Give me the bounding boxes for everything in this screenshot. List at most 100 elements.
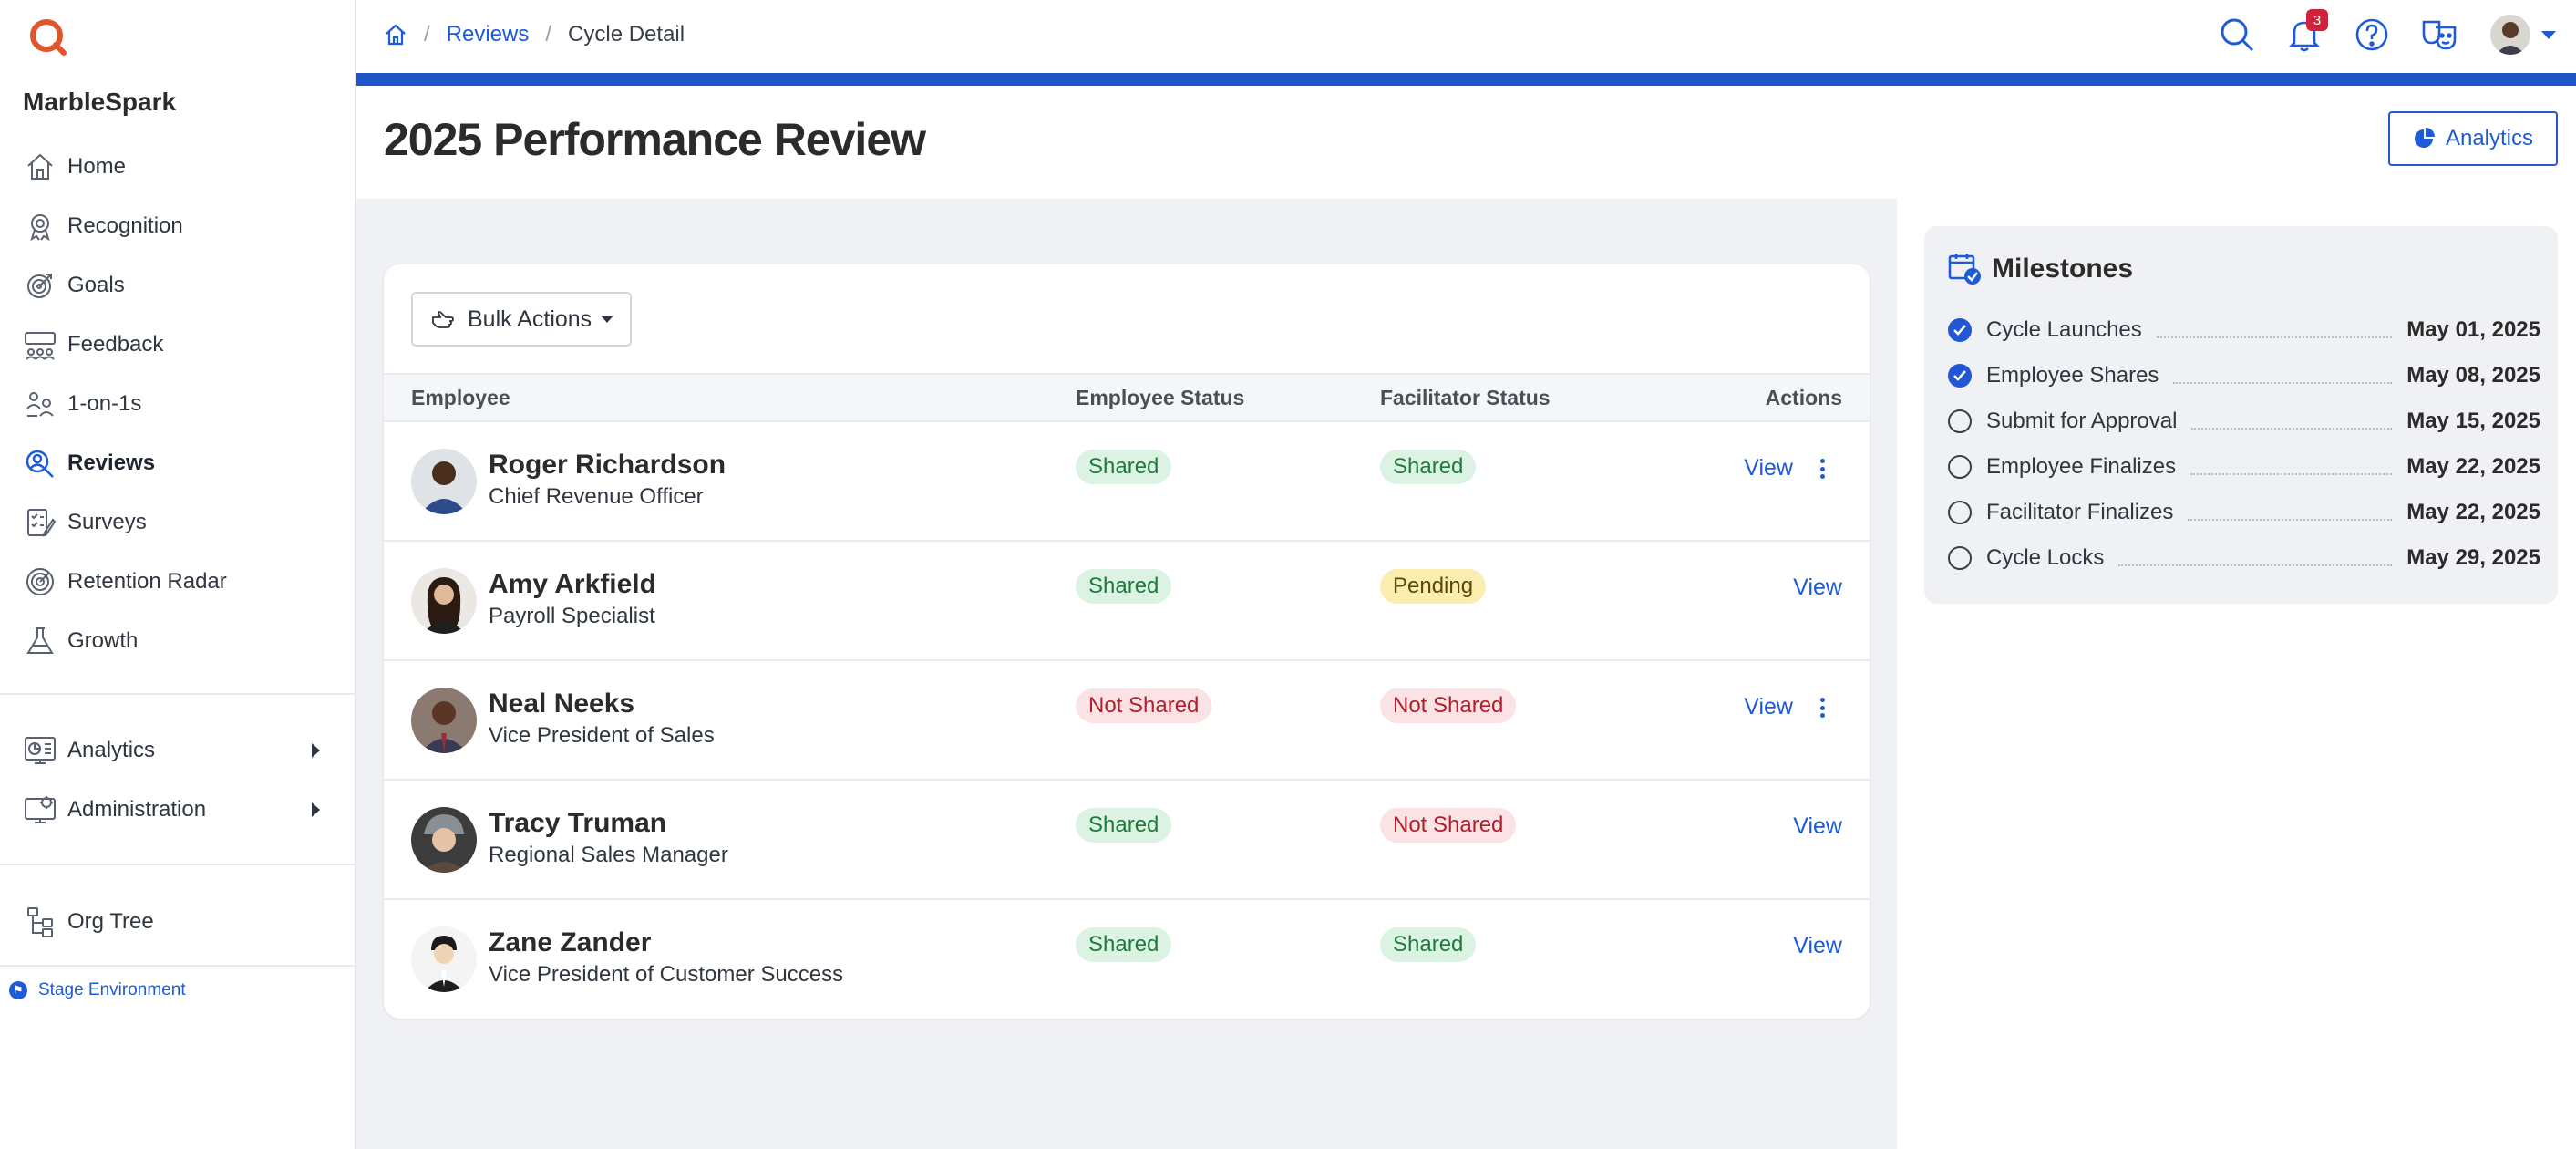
facilitator-status-badge: Not Shared: [1380, 808, 1517, 843]
admin-icon: [22, 792, 58, 828]
avatar: [411, 807, 477, 873]
more-options-icon[interactable]: [1813, 694, 1831, 721]
sidebar-item-1-on-1s[interactable]: 1-on-1s: [0, 374, 355, 433]
column-header-employee[interactable]: Employee: [411, 386, 510, 410]
employee-name[interactable]: Tracy Truman: [489, 808, 666, 839]
column-header-facilitator-status[interactable]: Facilitator Status: [1380, 386, 1551, 410]
breadcrumb-reviews-link[interactable]: Reviews: [447, 22, 530, 47]
milestone-label: Employee Finalizes: [1986, 454, 2177, 479]
view-link[interactable]: View: [1793, 574, 1842, 601]
hand-pointer-icon: [432, 311, 454, 328]
employee-title: Vice President of Customer Success: [489, 962, 844, 987]
sidebar-bottom-nav: Org Tree: [0, 892, 355, 951]
table-row: Tracy Truman Regional Sales Manager Shar…: [384, 779, 1870, 898]
avatar: [2490, 15, 2530, 55]
sidebar-item-label: Feedback: [67, 331, 164, 357]
bulk-actions-button[interactable]: Bulk Actions: [411, 292, 632, 347]
dotted-leader: [2190, 473, 2393, 475]
employee-status-badge: Shared: [1076, 450, 1172, 484]
sidebar-item-analytics[interactable]: Analytics: [0, 720, 355, 780]
sidebar-item-reviews[interactable]: Reviews: [0, 433, 355, 492]
user-avatar-button[interactable]: [2490, 15, 2530, 55]
column-header-employee-status[interactable]: Employee Status: [1076, 386, 1244, 410]
sidebar-item-label: Reviews: [67, 450, 156, 475]
main-content: Bulk Actions Employee Employee Status Fa…: [356, 199, 1897, 1149]
stage-environment-indicator[interactable]: ⚑ Stage Environment: [9, 980, 186, 1000]
employee-name[interactable]: Neal Neeks: [489, 688, 634, 719]
empty-circle-icon: [1948, 546, 1972, 570]
reviews-table-card: Bulk Actions Employee Employee Status Fa…: [384, 264, 1870, 1019]
user-menu-chevron-down-icon[interactable]: [2541, 30, 2556, 39]
table-row: Amy Arkfield Payroll Specialist Shared P…: [384, 540, 1870, 659]
award-icon: [22, 208, 58, 244]
check-circle-icon: [1948, 364, 1972, 388]
breadcrumb-home-icon[interactable]: [384, 23, 407, 47]
search-button[interactable]: [2217, 15, 2257, 55]
facilitator-status-badge: Pending: [1380, 569, 1487, 604]
pie-chart-icon: [2414, 128, 2435, 148]
avatar: [411, 568, 477, 634]
view-link[interactable]: View: [1793, 933, 1842, 959]
employee-status-badge: Shared: [1076, 808, 1172, 843]
employee-status-badge: Not Shared: [1076, 688, 1212, 723]
feedback-icon: [22, 326, 58, 363]
avatar: [411, 449, 477, 514]
page-title: 2025 Performance Review: [384, 114, 926, 165]
sidebar-item-label: Goals: [67, 272, 125, 297]
sidebar-item-org-tree[interactable]: Org Tree: [0, 892, 355, 951]
sidebar-item-recognition[interactable]: Recognition: [0, 196, 355, 255]
milestone-date: May 29, 2025: [2406, 545, 2540, 570]
sidebar-divider: [0, 864, 355, 865]
empty-circle-icon: [1948, 455, 1972, 479]
environment-label: Stage Environment: [38, 980, 186, 999]
app-logo[interactable]: [27, 16, 69, 58]
sidebar-item-administration[interactable]: Administration: [0, 780, 355, 839]
dotted-leader: [2173, 382, 2393, 384]
milestone-date: May 08, 2025: [2406, 363, 2540, 388]
facilitator-status-badge: Shared: [1380, 450, 1477, 484]
check-circle-icon: [1948, 318, 1972, 342]
view-link[interactable]: View: [1744, 694, 1793, 720]
milestone-date: May 15, 2025: [2406, 409, 2540, 433]
employee-title: Payroll Specialist: [489, 604, 655, 628]
environment-icon: ⚑: [9, 981, 27, 999]
view-link[interactable]: View: [1744, 455, 1793, 481]
sidebar-item-surveys[interactable]: Surveys: [0, 492, 355, 552]
sidebar-item-feedback[interactable]: Feedback: [0, 315, 355, 374]
masks-button[interactable]: [2419, 15, 2459, 55]
milestones-header: Milestones: [1948, 252, 2133, 286]
facilitator-status-badge: Shared: [1380, 927, 1477, 962]
sidebar-item-growth[interactable]: Growth: [0, 611, 355, 670]
table-row: Roger Richardson Chief Revenue Officer S…: [384, 420, 1870, 540]
notifications-button[interactable]: 3: [2284, 9, 2328, 55]
help-button[interactable]: [2352, 15, 2392, 55]
sidebar-item-home[interactable]: Home: [0, 137, 355, 196]
milestones-panel: Milestones Cycle Launches May 01, 2025 E…: [1924, 226, 2558, 604]
view-link[interactable]: View: [1793, 813, 1842, 840]
milestone-item: Cycle Locks May 29, 2025: [1948, 540, 2540, 576]
dotted-leader: [2191, 428, 2393, 430]
milestone-label: Employee Shares: [1986, 363, 2159, 388]
more-options-icon[interactable]: [1813, 455, 1831, 482]
sidebar-item-label: Growth: [67, 627, 139, 653]
reviews-icon: [22, 445, 58, 481]
bulk-actions-label: Bulk Actions: [468, 305, 592, 332]
employee-name[interactable]: Roger Richardson: [489, 450, 726, 481]
sidebar-item-retention-radar[interactable]: Retention Radar: [0, 552, 355, 611]
top-bar: / Reviews / Cycle Detail 3: [356, 0, 2576, 73]
table-row: Zane Zander Vice President of Customer S…: [384, 898, 1870, 1018]
milestone-item: Employee Shares May 08, 2025: [1948, 357, 2540, 394]
employee-name[interactable]: Zane Zander: [489, 927, 651, 958]
expand-caret-icon: [312, 802, 320, 817]
header-actions: 3: [2190, 9, 2576, 55]
analytics-button[interactable]: Analytics: [2388, 111, 2558, 166]
dotted-leader: [2156, 336, 2393, 338]
milestone-date: May 01, 2025: [2406, 317, 2540, 342]
sidebar-item-label: Org Tree: [67, 908, 154, 934]
survey-icon: [22, 504, 58, 541]
sidebar-item-goals[interactable]: Goals: [0, 255, 355, 315]
masks-icon: [2422, 20, 2457, 50]
employee-name[interactable]: Amy Arkfield: [489, 569, 656, 600]
dotted-leader: [2118, 564, 2393, 566]
milestone-item: Employee Finalizes May 22, 2025: [1948, 449, 2540, 485]
